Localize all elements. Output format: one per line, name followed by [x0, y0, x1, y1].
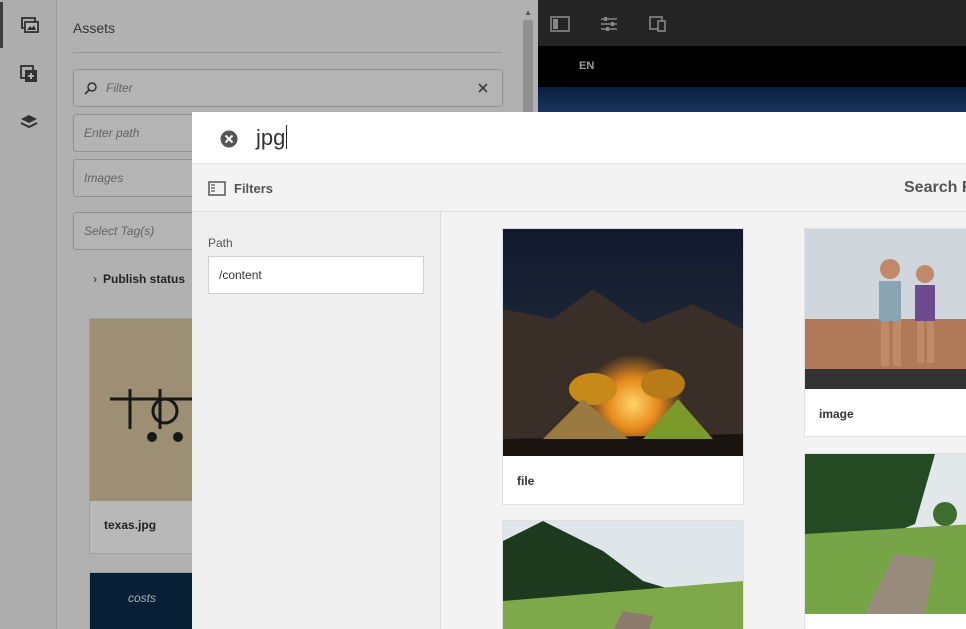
text-caret [286, 125, 288, 149]
filters-label: Filters [234, 181, 274, 196]
search-input[interactable]: jpg [256, 125, 288, 151]
search-results-title: Search R [904, 179, 966, 196]
result-card[interactable] [502, 520, 744, 629]
result-card[interactable] [804, 453, 966, 629]
result-thumbnail [503, 521, 743, 629]
result-thumbnail [805, 229, 966, 389]
search-query: jpg [256, 125, 286, 150]
close-search-icon[interactable] [220, 130, 238, 148]
path-label: Path [208, 236, 233, 250]
filter-panel: Path /content [192, 212, 441, 629]
result-label: image [819, 407, 854, 421]
result-card[interactable]: file [502, 228, 744, 505]
result-card[interactable]: image [804, 228, 966, 437]
search-overlay: jpg Filters Search R Path /content [192, 112, 966, 629]
result-label: file [517, 474, 535, 488]
search-results: file image [442, 212, 966, 629]
result-thumbnail [805, 454, 966, 614]
result-thumbnail [503, 229, 743, 456]
path-input[interactable]: /content [208, 256, 424, 294]
filters-rail-toggle-icon[interactable] [208, 181, 226, 196]
search-bar: jpg [192, 112, 966, 164]
filters-header: Filters Search R [192, 164, 966, 212]
